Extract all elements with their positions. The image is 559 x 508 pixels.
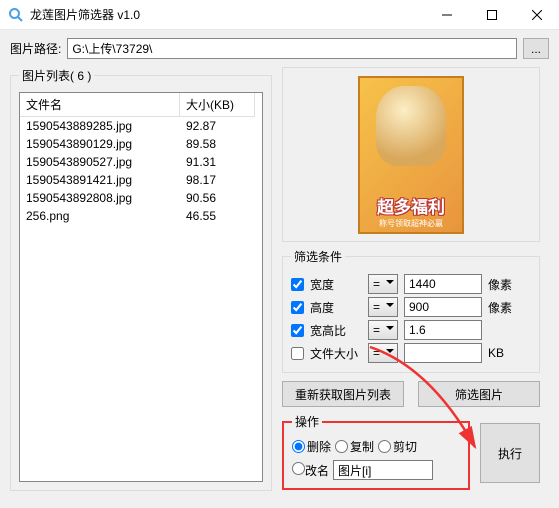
browse-button[interactable]: ... bbox=[523, 38, 549, 59]
ratio-op-select[interactable]: = bbox=[368, 320, 398, 340]
execute-button[interactable]: 执行 bbox=[480, 423, 540, 483]
table-row[interactable]: 1590543890527.jpg91.31 bbox=[20, 153, 262, 171]
width-checkbox[interactable] bbox=[291, 278, 304, 291]
cell-size: 92.87 bbox=[180, 117, 255, 135]
copy-radio-label[interactable]: 复制 bbox=[335, 438, 374, 455]
col-filename[interactable]: 文件名 bbox=[20, 93, 180, 117]
cell-size: 89.58 bbox=[180, 135, 255, 153]
height-label: 高度 bbox=[310, 299, 362, 316]
filter-legend: 筛选条件 bbox=[291, 248, 345, 265]
minimize-button[interactable] bbox=[424, 0, 469, 30]
filesize-op-select[interactable]: = bbox=[368, 343, 398, 363]
preview-image: 超多福利 称号领取超神必赢 bbox=[358, 76, 464, 234]
ratio-input[interactable] bbox=[404, 320, 482, 340]
cut-radio-label[interactable]: 剪切 bbox=[378, 438, 417, 455]
cell-filename: 1590543890527.jpg bbox=[20, 153, 180, 171]
width-input[interactable] bbox=[404, 274, 482, 294]
magnifier-icon bbox=[8, 7, 24, 23]
cut-radio[interactable] bbox=[378, 440, 391, 453]
cell-filename: 1590543890129.jpg bbox=[20, 135, 180, 153]
cell-size: 98.17 bbox=[180, 171, 255, 189]
cell-size: 91.31 bbox=[180, 153, 255, 171]
height-unit: 像素 bbox=[488, 299, 516, 316]
cell-filename: 256.png bbox=[20, 207, 180, 225]
table-row[interactable]: 256.png46.55 bbox=[20, 207, 262, 225]
height-input[interactable] bbox=[404, 297, 482, 317]
path-label: 图片路径: bbox=[10, 40, 61, 57]
cell-size: 90.56 bbox=[180, 189, 255, 207]
ellipsis-icon: ... bbox=[531, 42, 541, 56]
list-legend: 图片列表( 6 ) bbox=[19, 67, 94, 84]
reload-list-button[interactable]: 重新获取图片列表 bbox=[282, 381, 404, 407]
rename-input[interactable] bbox=[333, 460, 433, 480]
height-checkbox[interactable] bbox=[291, 301, 304, 314]
close-button[interactable] bbox=[514, 0, 559, 30]
filesize-checkbox[interactable] bbox=[291, 347, 304, 360]
image-listview[interactable]: 文件名 大小(KB) 1590543889285.jpg92.871590543… bbox=[19, 92, 263, 482]
width-label: 宽度 bbox=[310, 276, 362, 293]
ops-legend: 操作 bbox=[292, 413, 322, 430]
maximize-button[interactable] bbox=[469, 0, 514, 30]
delete-radio-label[interactable]: 删除 bbox=[292, 438, 331, 455]
width-op-select[interactable]: = bbox=[368, 274, 398, 294]
delete-radio[interactable] bbox=[292, 440, 305, 453]
table-row[interactable]: 1590543890129.jpg89.58 bbox=[20, 135, 262, 153]
height-op-select[interactable]: = bbox=[368, 297, 398, 317]
col-size[interactable]: 大小(KB) bbox=[180, 93, 255, 117]
table-row[interactable]: 1590543891421.jpg98.17 bbox=[20, 171, 262, 189]
path-input[interactable] bbox=[67, 38, 517, 59]
ratio-label: 宽高比 bbox=[310, 322, 362, 339]
filesize-input[interactable] bbox=[404, 343, 482, 363]
cell-filename: 1590543889285.jpg bbox=[20, 117, 180, 135]
window-title: 龙莲图片筛选器 v1.0 bbox=[30, 6, 424, 23]
cell-filename: 1590543892808.jpg bbox=[20, 189, 180, 207]
ratio-checkbox[interactable] bbox=[291, 324, 304, 337]
filesize-unit: KB bbox=[488, 346, 516, 360]
cell-filename: 1590543891421.jpg bbox=[20, 171, 180, 189]
rename-radio[interactable] bbox=[292, 462, 305, 475]
filter-button[interactable]: 筛选图片 bbox=[418, 381, 540, 407]
preview-panel: 超多福利 称号领取超神必赢 bbox=[282, 67, 540, 242]
copy-radio[interactable] bbox=[335, 440, 348, 453]
filesize-label: 文件大小 bbox=[310, 345, 362, 362]
table-row[interactable]: 1590543889285.jpg92.87 bbox=[20, 117, 262, 135]
cell-size: 46.55 bbox=[180, 207, 255, 225]
width-unit: 像素 bbox=[488, 276, 516, 293]
table-row[interactable]: 1590543892808.jpg90.56 bbox=[20, 189, 262, 207]
rename-radio-label[interactable]: 改名 bbox=[292, 462, 329, 479]
operation-fieldset: 操作 删除 复制 剪切 改名 bbox=[282, 413, 470, 490]
